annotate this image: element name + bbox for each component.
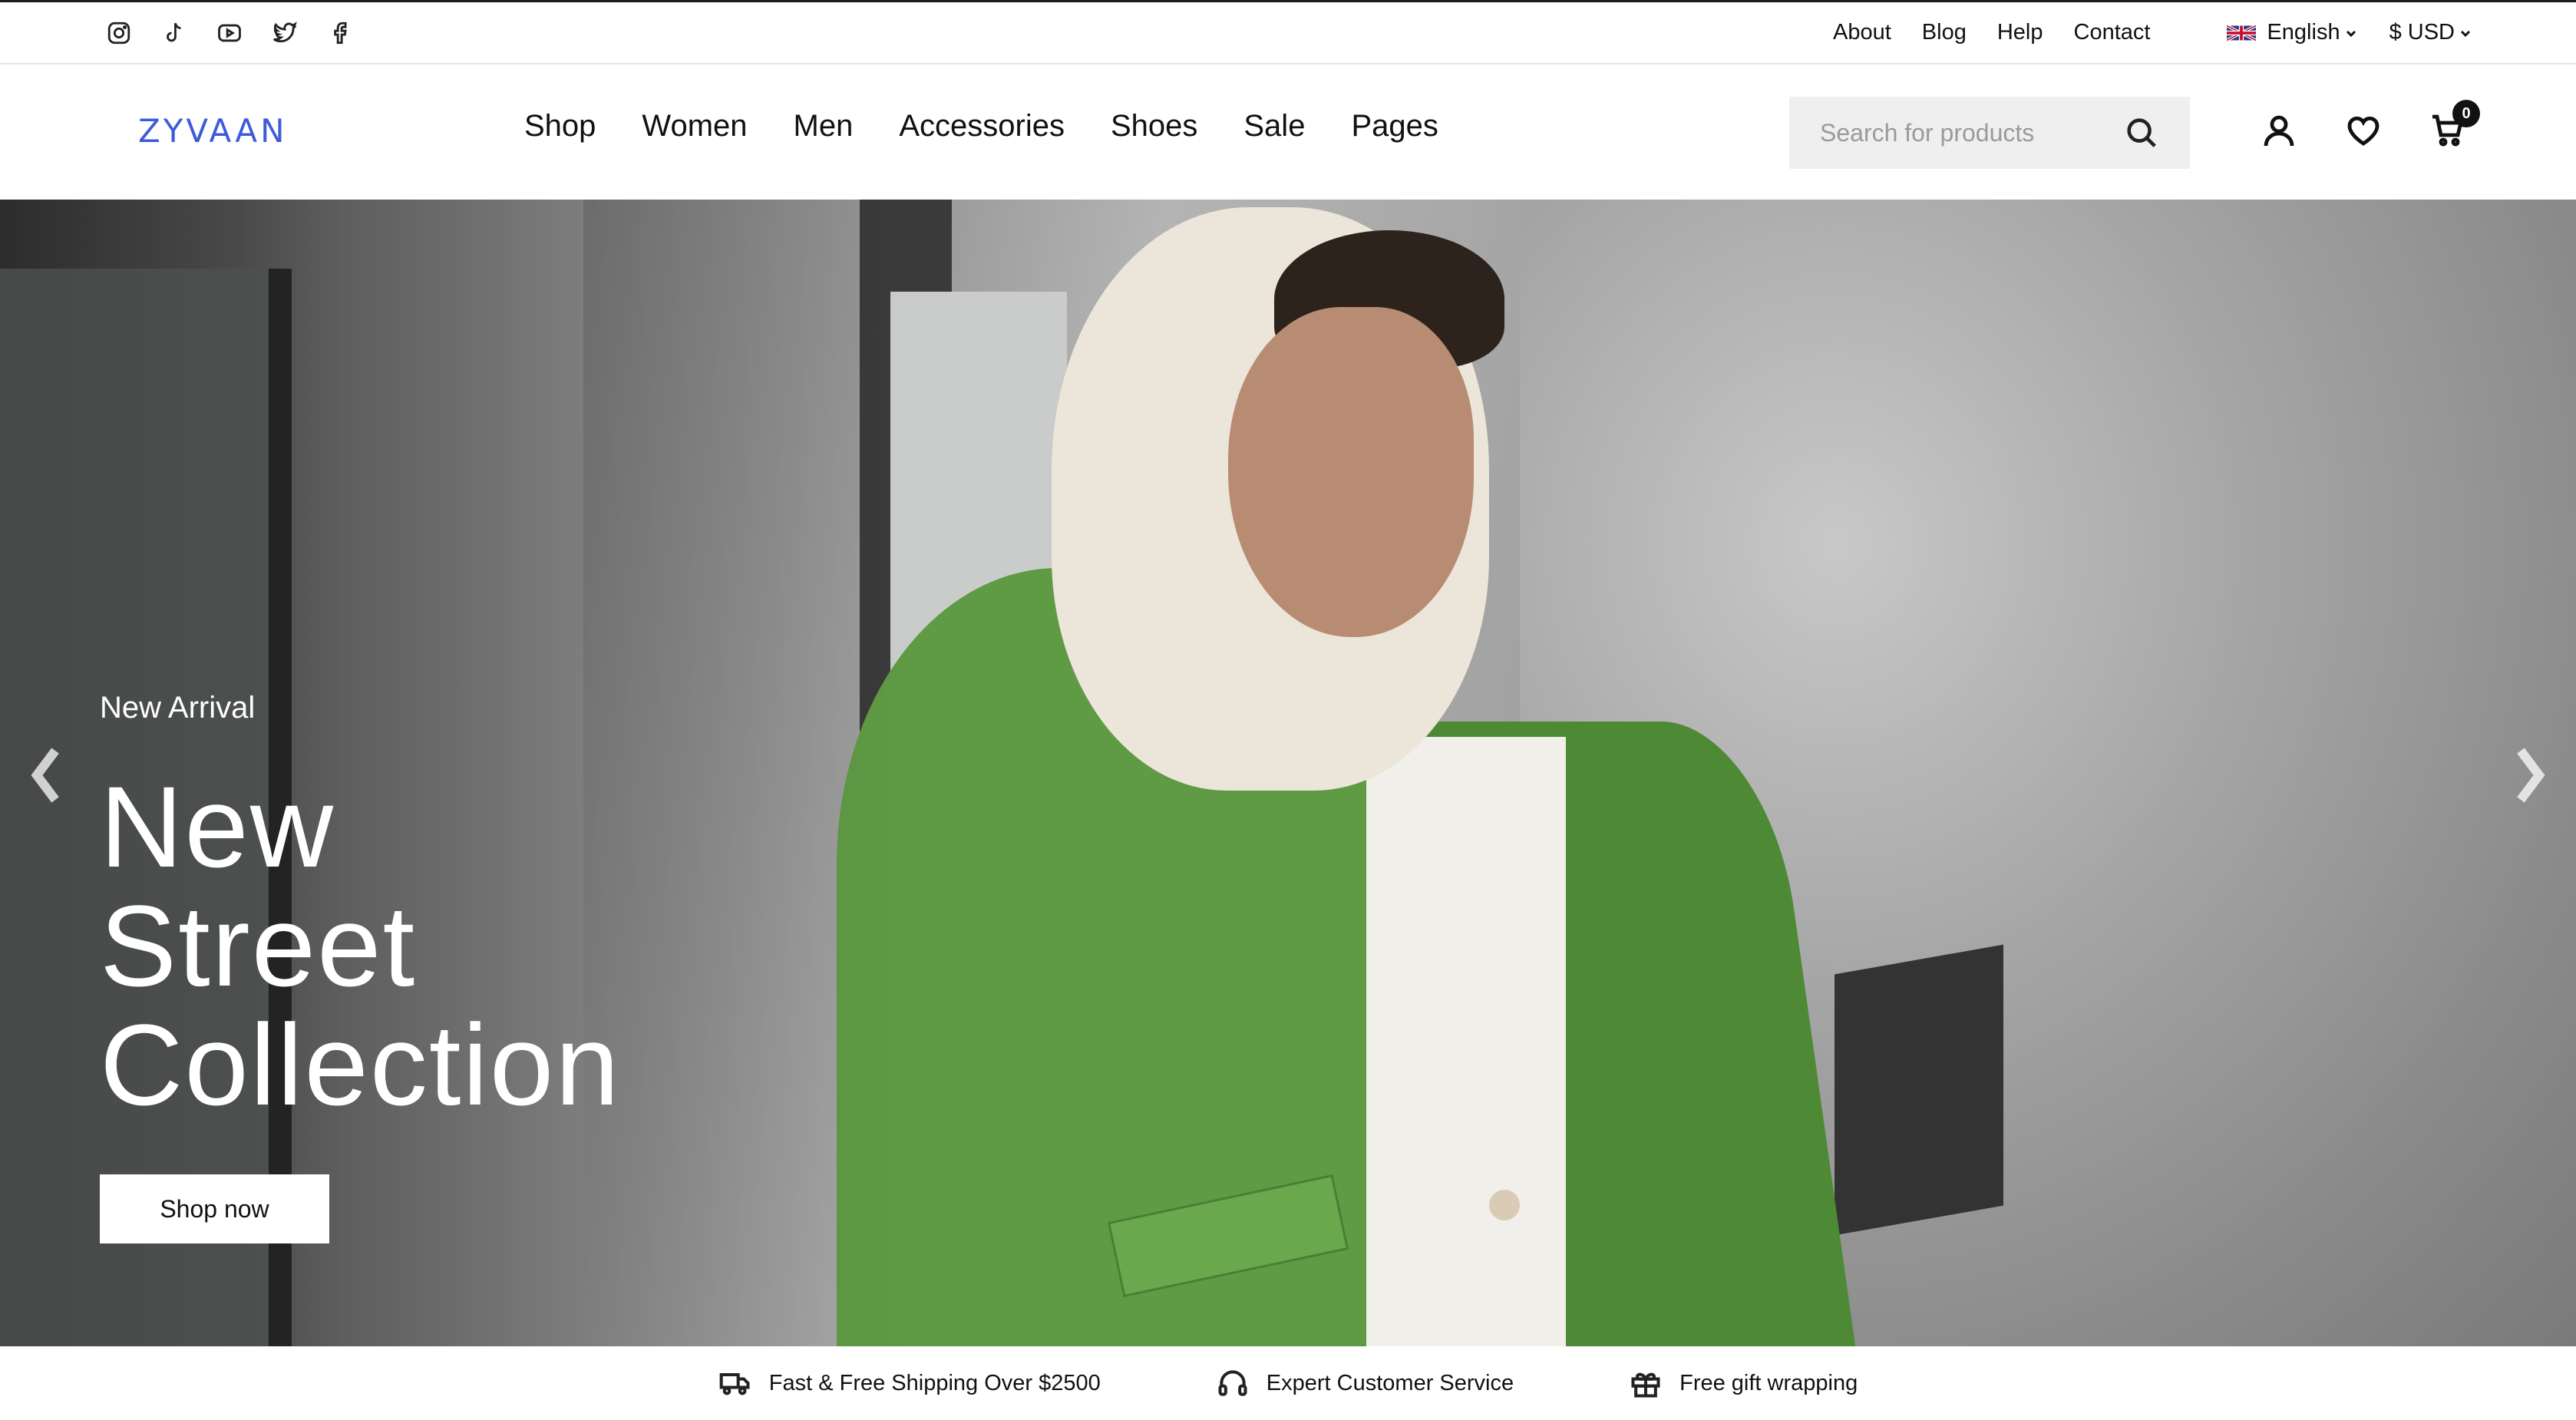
- social-links: [104, 18, 355, 48]
- uk-flag-icon: [2227, 24, 2257, 41]
- truck-icon: [719, 1372, 750, 1395]
- hero-title-line: Street: [100, 881, 417, 1010]
- hero-banner: New Arrival New Street Collection Shop n…: [0, 200, 2576, 1346]
- chevron-down-icon: [2346, 30, 2356, 37]
- nav-men[interactable]: Men: [794, 109, 854, 144]
- twitter-icon[interactable]: [270, 18, 299, 48]
- chevron-right-icon: [2517, 748, 2545, 803]
- slider-prev-button[interactable]: [23, 737, 69, 814]
- cart-count-badge: 0: [2452, 100, 2480, 127]
- youtube-icon[interactable]: [215, 18, 244, 48]
- currency-selector[interactable]: $ USD: [2389, 20, 2472, 45]
- language-label: English: [2267, 20, 2340, 45]
- feature-shipping: Fast & Free Shipping Over $2500: [718, 1366, 1101, 1400]
- hero-title-line: Collection: [100, 1000, 621, 1129]
- nav-pages[interactable]: Pages: [1351, 109, 1438, 144]
- search-icon[interactable]: [2124, 115, 2159, 150]
- nav-sale[interactable]: Sale: [1243, 109, 1305, 144]
- top-bar: About Blog Help Contact English $ USD: [0, 0, 2576, 64]
- hero-title: New Street Collection: [100, 768, 791, 1124]
- main-nav: Shop Women Men Accessories Shoes Sale Pa…: [524, 109, 1438, 144]
- site-logo[interactable]: ZYVAAN: [138, 112, 288, 150]
- account-icon[interactable]: [2261, 112, 2299, 150]
- language-selector[interactable]: English: [2227, 20, 2356, 45]
- about-link[interactable]: About: [1833, 20, 1891, 45]
- tiktok-icon[interactable]: [160, 18, 189, 48]
- chevron-left-icon: [31, 748, 59, 803]
- help-link[interactable]: Help: [1997, 20, 2043, 45]
- feature-label: Fast & Free Shipping Over $2500: [768, 1370, 1101, 1395]
- nav-accessories[interactable]: Accessories: [899, 109, 1065, 144]
- nav-shoes[interactable]: Shoes: [1111, 109, 1197, 144]
- facebook-icon[interactable]: [325, 18, 355, 48]
- header-actions: 0: [2261, 100, 2480, 150]
- search-bar: [1789, 97, 2190, 169]
- shop-now-button[interactable]: Shop now: [100, 1174, 329, 1243]
- hero-eyebrow: New Arrival: [100, 691, 256, 725]
- currency-label: $ USD: [2389, 20, 2455, 45]
- nav-women[interactable]: Women: [642, 109, 747, 144]
- main-header: ZYVAAN Shop Women Men Accessories Shoes …: [0, 64, 2576, 200]
- instagram-icon[interactable]: [104, 18, 134, 48]
- hero-title-line: New: [100, 762, 335, 891]
- nav-shop[interactable]: Shop: [524, 109, 596, 144]
- search-input[interactable]: [1820, 118, 2135, 147]
- chevron-down-icon: [2460, 30, 2471, 37]
- feature-label: Expert Customer Service: [1266, 1370, 1514, 1395]
- feature-service: Expert Customer Service: [1216, 1366, 1514, 1400]
- contact-link[interactable]: Contact: [2074, 20, 2151, 45]
- top-links: About Blog Help Contact English $ USD: [1802, 20, 2472, 45]
- features-strip: Fast & Free Shipping Over $2500 Expert C…: [0, 1346, 2576, 1420]
- wishlist-heart-icon[interactable]: [2345, 112, 2383, 150]
- slider-next-button[interactable]: [2507, 737, 2553, 814]
- feature-label: Free gift wrapping: [1679, 1370, 1858, 1395]
- feature-gift: Free gift wrapping: [1629, 1366, 1858, 1400]
- cart-icon[interactable]: 0: [2429, 100, 2480, 150]
- headphones-icon: [1218, 1370, 1247, 1396]
- gift-icon: [1631, 1372, 1660, 1398]
- blog-link[interactable]: Blog: [1922, 20, 1967, 45]
